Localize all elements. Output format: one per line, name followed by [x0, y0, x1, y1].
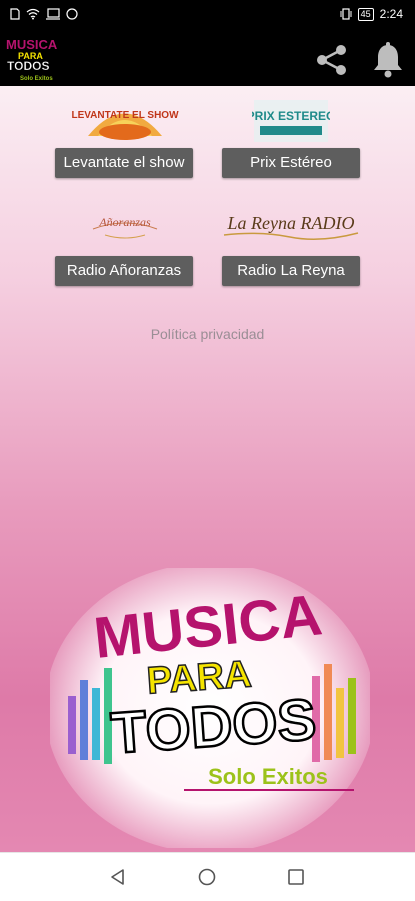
home-icon[interactable]	[197, 867, 217, 887]
wifi-icon	[26, 8, 40, 20]
station-logo-la-reyna[interactable]: La Reyna RADIO	[220, 201, 362, 251]
station-button-la-reyna[interactable]: Radio La Reyna	[222, 256, 360, 286]
station-button-anoranzas[interactable]: Radio Añoranzas	[55, 256, 193, 286]
cast-icon	[46, 8, 60, 20]
svg-text:Solo Exitos: Solo Exitos	[20, 76, 53, 82]
app-bar: MUSICA PARA TODOS Solo Exitos	[0, 32, 415, 86]
station-button-levantate[interactable]: Levantate el show	[55, 148, 193, 178]
system-nav-bar	[0, 852, 415, 901]
privacy-policy-link[interactable]: Política privacidad	[0, 326, 415, 342]
station-label: Levantate el show	[63, 154, 185, 171]
station-logo-text: PRIX ESTEREO	[252, 109, 330, 123]
vibrate-icon	[340, 8, 352, 20]
station-logo-text: La Reyna RADIO	[227, 213, 355, 233]
station-label: Radio La Reyna	[237, 262, 345, 279]
status-time: 2:24	[379, 7, 403, 21]
station-logo-anoranzas[interactable]: Añoranzas	[85, 201, 165, 251]
share-icon	[317, 45, 346, 75]
musica-para-todos-banner: MUSICA PARA TODOS Solo Exitos	[50, 568, 370, 848]
station-logo-text: Añoranzas	[98, 215, 151, 229]
back-icon[interactable]	[108, 867, 128, 887]
banner-solo-exitos: Solo Exitos	[208, 764, 328, 789]
svg-text:TODOS: TODOS	[7, 59, 49, 73]
notifications-button[interactable]	[368, 40, 408, 80]
station-logo-levantate[interactable]: LEVANTATE EL SHOW	[68, 96, 182, 146]
station-logo-text: LEVANTATE EL SHOW	[71, 110, 179, 121]
station-label: Radio Añoranzas	[66, 262, 182, 279]
status-icons-right: 45 2:24	[340, 7, 403, 21]
app-logo: MUSICA PARA TODOS Solo Exitos	[4, 34, 58, 84]
share-button[interactable]	[312, 40, 352, 80]
sim-icon	[10, 8, 20, 20]
station-list: LEVANTATE EL SHOW Levantate el show PRIX…	[0, 86, 415, 852]
station-label: Prix Estéreo	[250, 154, 332, 171]
battery-indicator: 45	[357, 7, 374, 21]
svg-text:MUSICA: MUSICA	[6, 37, 58, 52]
station-logo-prix[interactable]: PRIX ESTEREO	[252, 96, 330, 146]
status-bar: 45 2:24	[0, 0, 415, 32]
recents-icon[interactable]	[286, 867, 306, 887]
station-button-prix[interactable]: Prix Estéreo	[222, 148, 360, 178]
dnd-icon	[66, 8, 78, 20]
status-icons-left	[10, 8, 78, 20]
bell-icon	[374, 42, 402, 78]
